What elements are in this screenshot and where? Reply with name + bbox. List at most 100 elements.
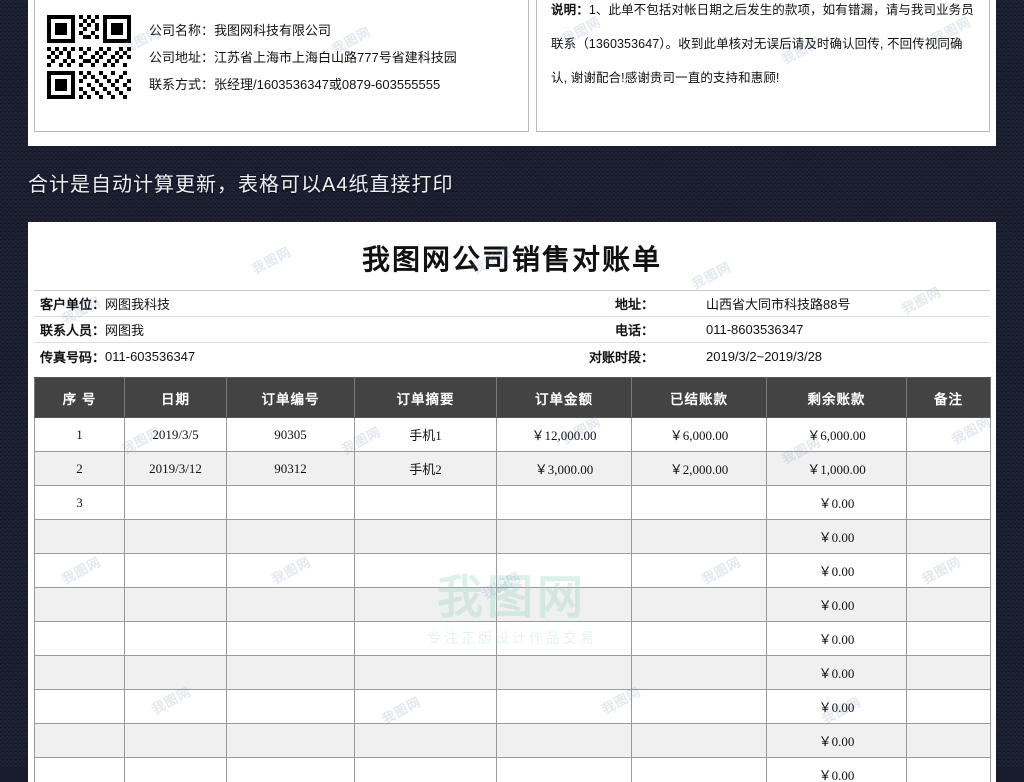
cell-seq[interactable] (35, 554, 125, 588)
cell-remark[interactable] (907, 622, 991, 656)
col-header-remark[interactable]: 备注 (907, 378, 991, 418)
cell-date[interactable] (125, 690, 227, 724)
cell-order-no[interactable] (227, 758, 355, 782)
col-header-summary[interactable]: 订单摘要 (355, 378, 497, 418)
table-row[interactable]: 3 ￥0.00 (35, 486, 991, 520)
cell-paid[interactable] (632, 758, 767, 782)
cell-date[interactable] (125, 622, 227, 656)
cell-seq[interactable] (35, 690, 125, 724)
table-row[interactable]: ￥0.00 (35, 758, 991, 782)
cell-paid[interactable] (632, 690, 767, 724)
table-row[interactable]: ￥0.00 (35, 588, 991, 622)
cell-amount[interactable] (497, 486, 632, 520)
cell-remaining[interactable]: ￥0.00 (767, 690, 907, 724)
cell-summary[interactable] (355, 588, 497, 622)
table-row[interactable]: 22019/3/1290312手机2￥3,000.00￥2,000.00￥1,0… (35, 452, 991, 486)
cell-paid[interactable] (632, 588, 767, 622)
cell-seq[interactable] (35, 622, 125, 656)
cell-paid[interactable] (632, 486, 767, 520)
col-header-paid[interactable]: 已结账款 (632, 378, 767, 418)
cell-paid[interactable] (632, 554, 767, 588)
cell-date[interactable] (125, 656, 227, 690)
table-row[interactable]: 12019/3/590305手机1￥12,000.00￥6,000.00￥6,0… (35, 418, 991, 452)
cell-amount[interactable] (497, 758, 632, 782)
cell-order-no[interactable] (227, 690, 355, 724)
cell-remark[interactable] (907, 486, 991, 520)
cell-date[interactable] (125, 554, 227, 588)
cell-date[interactable] (125, 520, 227, 554)
cell-order-no[interactable]: 90305 (227, 418, 355, 452)
cell-summary[interactable]: 手机2 (355, 452, 497, 486)
cell-order-no[interactable] (227, 588, 355, 622)
cell-summary[interactable] (355, 554, 497, 588)
cell-paid[interactable]: ￥6,000.00 (632, 418, 767, 452)
cell-seq[interactable] (35, 520, 125, 554)
cell-date[interactable]: 2019/3/5 (125, 418, 227, 452)
cell-paid[interactable] (632, 520, 767, 554)
cell-summary[interactable]: 手机1 (355, 418, 497, 452)
table-row[interactable]: ￥0.00 (35, 656, 991, 690)
cell-remark[interactable] (907, 758, 991, 782)
cell-amount[interactable]: ￥3,000.00 (497, 452, 632, 486)
cell-order-no[interactable] (227, 656, 355, 690)
cell-paid[interactable] (632, 724, 767, 758)
cell-seq[interactable]: 1 (35, 418, 125, 452)
cell-remark[interactable] (907, 690, 991, 724)
cell-amount[interactable] (497, 588, 632, 622)
col-header-amount[interactable]: 订单金额 (497, 378, 632, 418)
cell-remark[interactable] (907, 724, 991, 758)
cell-remark[interactable] (907, 554, 991, 588)
cell-amount[interactable] (497, 690, 632, 724)
cell-remaining[interactable]: ￥0.00 (767, 486, 907, 520)
cell-seq[interactable]: 2 (35, 452, 125, 486)
table-row[interactable]: ￥0.00 (35, 520, 991, 554)
cell-summary[interactable] (355, 486, 497, 520)
cell-remaining[interactable]: ￥0.00 (767, 554, 907, 588)
cell-date[interactable]: 2019/3/12 (125, 452, 227, 486)
cell-summary[interactable] (355, 758, 497, 782)
cell-order-no[interactable]: 90312 (227, 452, 355, 486)
cell-summary[interactable] (355, 724, 497, 758)
cell-amount[interactable] (497, 656, 632, 690)
cell-remaining[interactable]: ￥0.00 (767, 656, 907, 690)
cell-summary[interactable] (355, 690, 497, 724)
cell-order-no[interactable] (227, 724, 355, 758)
table-row[interactable]: ￥0.00 (35, 622, 991, 656)
table-row[interactable]: ￥0.00 (35, 724, 991, 758)
cell-remaining[interactable]: ￥0.00 (767, 724, 907, 758)
cell-remaining[interactable]: ￥0.00 (767, 758, 907, 782)
cell-remark[interactable] (907, 656, 991, 690)
cell-remark[interactable] (907, 520, 991, 554)
cell-seq[interactable] (35, 758, 125, 782)
cell-seq[interactable] (35, 588, 125, 622)
cell-remaining[interactable]: ￥0.00 (767, 622, 907, 656)
cell-order-no[interactable] (227, 622, 355, 656)
col-header-order-no[interactable]: 订单编号 (227, 378, 355, 418)
cell-order-no[interactable] (227, 554, 355, 588)
cell-remark[interactable] (907, 418, 991, 452)
cell-order-no[interactable] (227, 486, 355, 520)
cell-paid[interactable] (632, 622, 767, 656)
col-header-seq[interactable]: 序 号 (35, 378, 125, 418)
cell-amount[interactable] (497, 622, 632, 656)
cell-order-no[interactable] (227, 520, 355, 554)
table-row[interactable]: ￥0.00 (35, 690, 991, 724)
cell-seq[interactable] (35, 656, 125, 690)
cell-date[interactable] (125, 486, 227, 520)
table-row[interactable]: ￥0.00 (35, 554, 991, 588)
cell-amount[interactable]: ￥12,000.00 (497, 418, 632, 452)
cell-date[interactable] (125, 758, 227, 782)
col-header-remaining[interactable]: 剩余账款 (767, 378, 907, 418)
col-header-date[interactable]: 日期 (125, 378, 227, 418)
cell-date[interactable] (125, 724, 227, 758)
cell-remark[interactable] (907, 452, 991, 486)
cell-amount[interactable] (497, 554, 632, 588)
cell-summary[interactable] (355, 622, 497, 656)
cell-remaining[interactable]: ￥0.00 (767, 520, 907, 554)
cell-remark[interactable] (907, 588, 991, 622)
cell-seq[interactable]: 3 (35, 486, 125, 520)
cell-summary[interactable] (355, 656, 497, 690)
cell-paid[interactable] (632, 656, 767, 690)
cell-date[interactable] (125, 588, 227, 622)
cell-remaining[interactable]: ￥6,000.00 (767, 418, 907, 452)
